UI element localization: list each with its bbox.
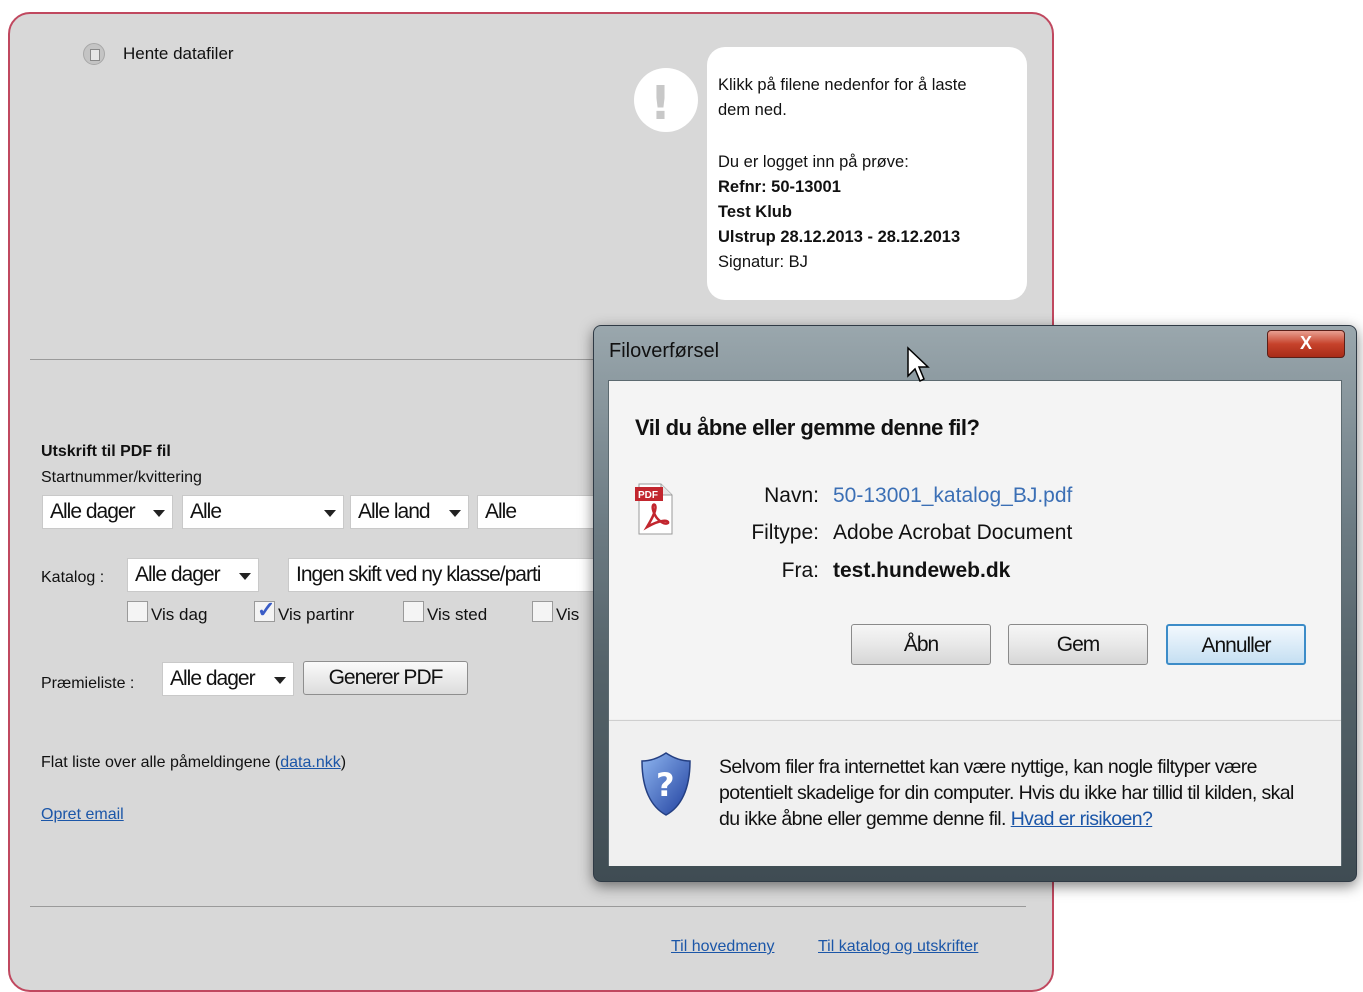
dialog-question: Vil du åbne eller gemme denne fil? xyxy=(635,415,980,440)
svg-text:?: ? xyxy=(656,766,675,804)
risk-link[interactable]: Hvad er risikoen? xyxy=(1011,808,1153,830)
chevron-down-icon xyxy=(239,573,251,580)
security-shield-icon: ? xyxy=(641,752,691,816)
start-other-select[interactable]: Alle xyxy=(477,495,602,529)
info-bubble-text: Klikk på filene nedenfor for å laste dem… xyxy=(718,73,1018,275)
generate-pdf-button[interactable]: Generer PDF xyxy=(303,661,468,695)
pdf-icon: PDF xyxy=(635,483,673,535)
info-refnr: Refnr: 50-13001 xyxy=(718,178,841,196)
info-line: dem ned. xyxy=(718,101,787,119)
main-menu-link[interactable]: Til hovedmeny xyxy=(671,938,774,956)
info-place: Ulstrup 28.12.2013 - 28.12.2013 xyxy=(718,228,961,246)
file-name: 50-13001_katalog_BJ.pdf xyxy=(833,484,1073,507)
pdf-subheading: Startnummer/kvittering xyxy=(41,469,202,486)
save-button[interactable]: Gem xyxy=(1008,624,1148,665)
chevron-down-icon xyxy=(274,677,286,684)
close-button[interactable]: X xyxy=(1267,330,1345,358)
checkbox-vis-dag[interactable]: Vis dag xyxy=(127,601,207,625)
from-label: Fra: xyxy=(781,559,819,582)
catalog-link[interactable]: Til katalog og utskrifter xyxy=(818,938,978,956)
dialog-title: Filoverførsel xyxy=(609,340,720,362)
checkbox-vis-other[interactable]: Vis xyxy=(532,601,579,625)
checkbox[interactable] xyxy=(532,601,553,622)
premieliste-label: Præmieliste : xyxy=(41,675,135,692)
file-type: Adobe Acrobat Document xyxy=(833,521,1073,544)
page-title: Hente datafiler xyxy=(123,44,234,63)
opret-email-link[interactable]: Opret email xyxy=(41,806,124,824)
chevron-down-icon xyxy=(153,510,165,517)
file-download-dialog: Filoverførsel X Vil du åbne eller gemme … xyxy=(593,325,1357,882)
premieliste-day-select[interactable]: Alle dager xyxy=(162,662,294,696)
checkbox-vis-sted[interactable]: Vis sted xyxy=(403,601,487,625)
katalog-option-select[interactable]: Ingen skift ved ny klasse/parti xyxy=(288,558,602,592)
katalog-day-select[interactable]: Alle dager xyxy=(127,558,259,592)
svg-text:PDF: PDF xyxy=(638,490,658,501)
info-line: Du er logget inn på prøve: xyxy=(718,153,909,171)
chevron-down-icon xyxy=(324,510,336,517)
type-label: Filtype: xyxy=(751,521,819,544)
security-warning: Selvom filer fra internettet kan være ny… xyxy=(719,756,1294,830)
info-line: Klikk på filene nedenfor for å laste xyxy=(718,76,967,94)
info-signature: Signatur: BJ xyxy=(718,253,808,271)
start-class-select[interactable]: Alle xyxy=(182,495,344,529)
chevron-down-icon xyxy=(449,510,461,517)
info-club: Test Klub xyxy=(718,203,792,221)
start-country-select[interactable]: Alle land xyxy=(350,495,469,529)
katalog-label: Katalog : xyxy=(41,569,105,586)
divider xyxy=(30,906,1026,907)
data-nkk-link[interactable]: data.nkk xyxy=(280,754,340,771)
exclamation-icon: ! xyxy=(650,76,671,130)
checkbox[interactable] xyxy=(127,601,148,622)
name-label: Navn: xyxy=(764,484,819,507)
checkbox-checked[interactable] xyxy=(254,597,275,623)
document-icon xyxy=(83,43,105,65)
open-button[interactable]: Åbn xyxy=(851,624,991,665)
checkbox[interactable] xyxy=(403,601,424,622)
start-day-select[interactable]: Alle dager xyxy=(42,495,173,529)
checkbox-vis-partinr[interactable]: Vis partinr xyxy=(254,597,354,625)
pdf-heading: Utskrift til PDF fil xyxy=(41,443,171,460)
cancel-button[interactable]: Annuller xyxy=(1166,624,1306,665)
flat-list-text: Flat liste over alle påmeldingene (data.… xyxy=(41,754,347,771)
mouse-cursor-icon xyxy=(907,346,930,383)
file-source: test.hundeweb.dk xyxy=(833,559,1011,582)
dialog-body: Vil du åbne eller gemme denne fil? PDF N… xyxy=(608,380,1342,866)
